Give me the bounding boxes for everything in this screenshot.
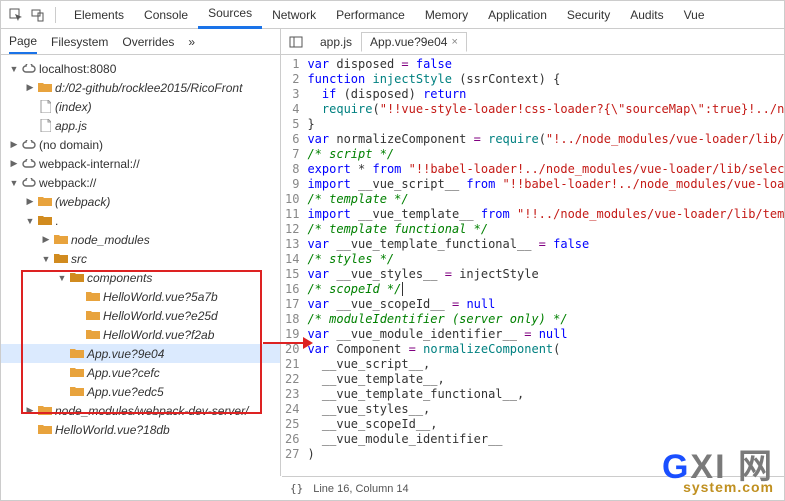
code-editor[interactable]: 1234567891011121314151617181920212223242… xyxy=(281,55,784,476)
code-line[interactable]: __vue_styles__, xyxy=(307,402,784,417)
status-bar: {} Line 16, Column 14 xyxy=(282,476,784,500)
code-line[interactable]: /* scopeId */ xyxy=(307,282,784,297)
code-line[interactable]: require("!!vue-style-loader!css-loader?{… xyxy=(307,102,784,117)
tab-console[interactable]: Console xyxy=(134,1,198,29)
editor-tab[interactable]: App.vue?9e04× xyxy=(361,32,467,52)
code-line[interactable]: import __vue_template__ from "!!../node_… xyxy=(307,207,784,222)
device-icon[interactable] xyxy=(29,6,47,24)
tree-item[interactable]: (index) xyxy=(1,97,280,116)
tab-audits[interactable]: Audits xyxy=(620,1,673,29)
sidebar-tab-page[interactable]: Page xyxy=(9,29,37,54)
tree-item[interactable]: ▶d:/02-github/rocklee2015/RicoFront xyxy=(1,78,280,97)
devtools-toolbar: ElementsConsoleSourcesNetworkPerformance… xyxy=(1,1,784,29)
tab-performance[interactable]: Performance xyxy=(326,1,415,29)
sidebar-tab-filesystem[interactable]: Filesystem xyxy=(51,29,108,54)
tree-item[interactable]: ▼webpack:// xyxy=(1,173,280,192)
main-area: ▼localhost:8080▶d:/02-github/rocklee2015… xyxy=(1,55,784,476)
tree-item[interactable]: HelloWorld.vue?f2ab xyxy=(1,325,280,344)
tree-item[interactable]: App.vue?edc5 xyxy=(1,382,280,401)
tab-security[interactable]: Security xyxy=(557,1,620,29)
separator xyxy=(55,7,56,23)
tree-item[interactable]: ▼src xyxy=(1,249,280,268)
braces-icon[interactable]: {} xyxy=(290,482,303,495)
code-line[interactable]: if (disposed) return xyxy=(307,87,784,102)
code-line[interactable]: var __vue_scopeId__ = null xyxy=(307,297,784,312)
code-line[interactable]: /* styles */ xyxy=(307,252,784,267)
code-line[interactable]: import __vue_script__ from "!!babel-load… xyxy=(307,177,784,192)
tree-item[interactable]: ▼localhost:8080 xyxy=(1,59,280,78)
code-line[interactable]: export * from "!!babel-loader!../node_mo… xyxy=(307,162,784,177)
tree-item[interactable]: HelloWorld.vue?5a7b xyxy=(1,287,280,306)
code-line[interactable]: function injectStyle (ssrContext) { xyxy=(307,72,784,87)
sidebar-tabs: Page Filesystem Overrides » xyxy=(1,29,281,54)
tree-item[interactable]: ▶node_modules xyxy=(1,230,280,249)
tab-sources[interactable]: Sources xyxy=(198,1,262,29)
tree-item[interactable]: ▶webpack-internal:// xyxy=(1,154,280,173)
inspect-icon[interactable] xyxy=(7,6,25,24)
code-line[interactable]: var __vue_template_functional__ = false xyxy=(307,237,784,252)
code-line[interactable]: var disposed = false xyxy=(307,57,784,72)
file-tree[interactable]: ▼localhost:8080▶d:/02-github/rocklee2015… xyxy=(1,55,281,476)
code-line[interactable]: /* template functional */ xyxy=(307,222,784,237)
code-lines[interactable]: var disposed = falsefunction injectStyle… xyxy=(307,55,784,464)
sidebar-tab-»[interactable]: » xyxy=(188,29,195,54)
code-line[interactable]: } xyxy=(307,117,784,132)
tree-item[interactable]: ▶node_modules/webpack-dev-server/ xyxy=(1,401,280,420)
sidebar-tab-overrides[interactable]: Overrides xyxy=(122,29,174,54)
cursor-position: Line 16, Column 14 xyxy=(313,483,408,495)
tree-item[interactable]: HelloWorld.vue?18db xyxy=(1,420,280,439)
code-line[interactable]: __vue_template__, xyxy=(307,372,784,387)
code-line[interactable]: /* template */ xyxy=(307,192,784,207)
sub-toolbar: Page Filesystem Overrides » app.jsApp.vue?9… xyxy=(1,29,784,55)
code-line[interactable]: __vue_template_functional__, xyxy=(307,387,784,402)
nav-panel-icon[interactable] xyxy=(287,33,305,51)
code-line[interactable]: ) xyxy=(307,447,784,462)
code-line[interactable]: var __vue_styles__ = injectStyle xyxy=(307,267,784,282)
code-line[interactable]: __vue_script__, xyxy=(307,357,784,372)
tab-memory[interactable]: Memory xyxy=(415,1,478,29)
tab-vue[interactable]: Vue xyxy=(674,1,715,29)
tree-item[interactable]: App.vue?9e04 xyxy=(1,344,280,363)
code-line[interactable]: var normalizeComponent = require("!../no… xyxy=(307,132,784,147)
code-line[interactable]: var __vue_module_identifier__ = null xyxy=(307,327,784,342)
close-icon[interactable]: × xyxy=(451,36,457,48)
tree-item[interactable]: HelloWorld.vue?e25d xyxy=(1,306,280,325)
editor-tabbar: app.jsApp.vue?9e04× xyxy=(281,32,784,52)
tree-item[interactable]: ▼. xyxy=(1,211,280,230)
tab-application[interactable]: Application xyxy=(478,1,557,29)
tree-item[interactable]: ▼components xyxy=(1,268,280,287)
editor-tab[interactable]: app.js xyxy=(311,32,361,52)
tab-elements[interactable]: Elements xyxy=(64,1,134,29)
tree-item[interactable]: ▶(webpack) xyxy=(1,192,280,211)
tree-item[interactable]: app.js xyxy=(1,116,280,135)
code-line[interactable]: var Component = normalizeComponent( xyxy=(307,342,784,357)
tab-network[interactable]: Network xyxy=(262,1,326,29)
code-line[interactable]: __vue_module_identifier__ xyxy=(307,432,784,447)
line-gutter: 1234567891011121314151617181920212223242… xyxy=(281,55,307,464)
code-line[interactable]: /* moduleIdentifier (server only) */ xyxy=(307,312,784,327)
tree-item[interactable]: App.vue?cefc xyxy=(1,363,280,382)
code-line[interactable]: __vue_scopeId__, xyxy=(307,417,784,432)
code-line[interactable]: /* script */ xyxy=(307,147,784,162)
tree-item[interactable]: ▶(no domain) xyxy=(1,135,280,154)
